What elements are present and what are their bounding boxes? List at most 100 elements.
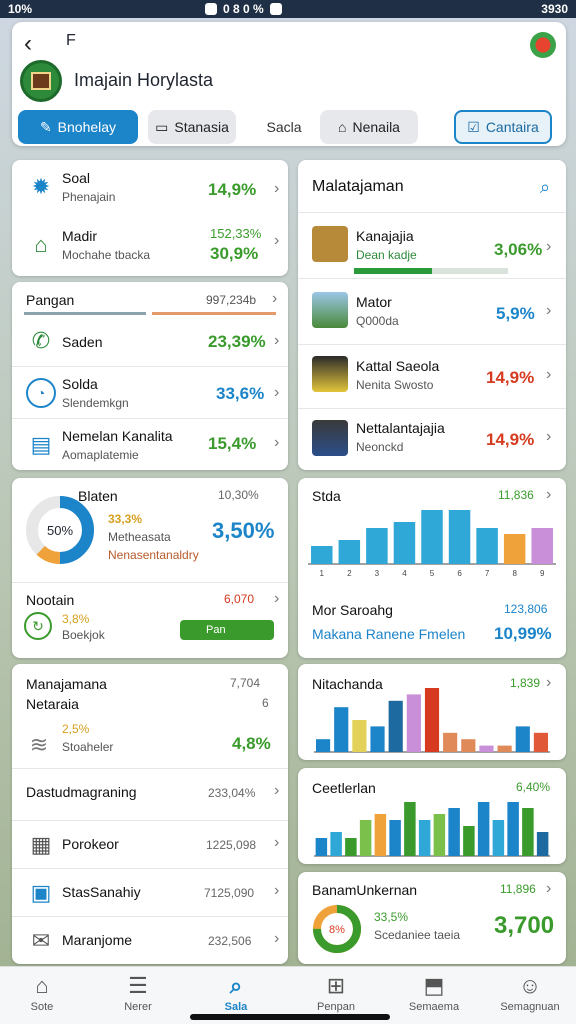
progress-track (432, 268, 508, 274)
chart-icon: ▣ (30, 880, 52, 905)
bar (338, 540, 361, 564)
divider (24, 312, 146, 315)
bar-chart (314, 688, 550, 753)
left-card-4: Manajamana Netaraia 2,5% ≋ Stoaheler 7,7… (12, 664, 288, 964)
bar (533, 732, 549, 752)
list-item[interactable]: ✹ Soal Phenajain 14,9% › (12, 160, 288, 218)
home-icon: ⌂ (35, 973, 49, 998)
pencil-icon: ✎ (39, 118, 52, 135)
thumbnail-image (312, 420, 348, 456)
refresh-icon: ↻ (24, 612, 52, 640)
arrow-left-icon[interactable]: ‹ (24, 30, 32, 58)
bar (421, 510, 443, 564)
bar (497, 745, 512, 752)
chevron-right-icon: › (274, 590, 280, 607)
list-item[interactable]: Dastudmagraning 233,04% › (12, 770, 288, 820)
bar (492, 820, 505, 856)
nav-list[interactable]: ☰ Nerer (98, 973, 178, 1013)
record-icon[interactable] (530, 32, 556, 58)
bar (522, 808, 534, 856)
chevron-right-icon: › (546, 302, 552, 319)
bar (374, 814, 387, 856)
action-button[interactable]: Pan (180, 620, 274, 640)
notification-icon (205, 3, 217, 15)
chevron-right-icon: › (546, 238, 552, 255)
app-icon (269, 3, 282, 15)
right-card-chart-3: Ceetlerlan 6,40% (298, 768, 566, 864)
list-item[interactable]: Kattal Saeola Nenita Swosto 14,9% › (298, 346, 566, 408)
bar (366, 528, 388, 564)
tab-sacla[interactable]: Sacla (244, 110, 324, 144)
bar (503, 534, 526, 564)
bar (463, 826, 475, 856)
tick-label: 3 (375, 569, 380, 578)
search-icon[interactable]: ⌕ (530, 172, 560, 202)
thumbnail-image (312, 292, 348, 328)
list-item[interactable]: ▣ StasSanahiy 7125,090 › (12, 870, 288, 916)
bar (476, 528, 498, 564)
tick-label: 9 (540, 569, 545, 578)
list-item[interactable]: ▦ Porokeor 1225,098 › (12, 822, 288, 868)
list-item[interactable]: ▤ Nemelan Kanalita Aomaplatemie 15,4% › (12, 420, 288, 470)
tab-stanasia[interactable]: ▭ Stanasia (148, 110, 236, 144)
tab-nenaila[interactable]: ⌂ Nenaila (320, 110, 418, 144)
nav-bag[interactable]: ⬒ Semaema (394, 973, 474, 1013)
chevron-right-icon: › (272, 290, 278, 307)
search-icon: ⌕ (229, 973, 243, 998)
bar (531, 528, 553, 564)
nav-grid[interactable]: ⊞ Penpan (296, 973, 376, 1013)
bar (406, 694, 421, 752)
nav-search[interactable]: ⌕ Sala (196, 973, 276, 1013)
bar (345, 838, 357, 856)
app-title: Imajain Horylasta (74, 70, 214, 90)
tick-label: 1 (320, 569, 325, 578)
list-item[interactable]: ✉ Maranjome 232,506 › (12, 918, 288, 964)
tab-cantaira[interactable]: ☑ Cantaira (454, 110, 552, 144)
status-clock: 3930 (541, 2, 568, 16)
bar (311, 546, 333, 564)
list-item[interactable]: ✆ Saden 23,39% › (12, 318, 288, 366)
chevron-right-icon: › (274, 180, 280, 197)
bar (424, 688, 440, 752)
section-title: Pangan (26, 292, 75, 308)
chevron-right-icon: › (546, 366, 552, 383)
list-item[interactable]: ⌂ Madir Mochahe tbacka 152,33% 30,9% › (12, 220, 288, 276)
tab-bnohelay[interactable]: ✎ Bnohelay (18, 110, 138, 144)
list-item[interactable]: Nettalantajajia Neonckd 14,9% › (298, 410, 566, 470)
user-icon: ☺ (518, 973, 542, 998)
grid-icon: ⊞ (326, 973, 346, 998)
left-card-3: 50% Blaten 33,3% Metheasata Nenasentanal… (12, 478, 288, 658)
list-item[interactable]: Mator Q000da 5,9% › (298, 280, 566, 344)
donut-center-label: 50% (47, 523, 73, 538)
bar-chart (314, 802, 550, 857)
list-item[interactable]: Kanajajia Dean kadje 3,06% › (298, 214, 566, 278)
donut-chart: 8% (313, 905, 361, 953)
chevron-right-icon: › (546, 486, 552, 503)
app-logo (20, 60, 62, 102)
bar (393, 522, 416, 564)
mail-icon: ✉ (31, 928, 51, 953)
tick-label: 6 (457, 569, 462, 578)
bar (388, 700, 403, 752)
list-item[interactable]: ◔ Solda Slendemkgn 33,6% › (12, 368, 288, 418)
right-card-chart-1: Stda 11,836 › 123456789 Mor Saroahg 123,… (298, 478, 566, 658)
thumbnail-image (312, 356, 348, 392)
chevron-right-icon: › (274, 930, 280, 947)
bar (479, 745, 494, 752)
nav-profile[interactable]: ☺ Semagnuan (490, 973, 570, 1013)
right-card-donut: BanamUnkernan 11,896 › 8% 33,5% Scedanie… (298, 872, 566, 964)
tab-bar: ✎ Bnohelay ▭ Stanasia Sacla ⌂ Nenaila ☑ Cant… (18, 110, 558, 146)
chevron-right-icon: › (274, 834, 280, 851)
bar (515, 726, 530, 752)
building-icon: ⌂ (34, 232, 48, 257)
chevron-right-icon: › (274, 332, 280, 349)
nav-home[interactable]: ⌂ Sote (2, 973, 82, 1013)
right-card-1: Malatajaman ⌕ Kanajajia Dean kadje 3,06%… (298, 160, 566, 470)
header-card: ‹ F Imajain Horylasta ✎ Bnohelay ▭ Stanasi… (12, 22, 566, 146)
bar (443, 732, 458, 752)
bar (352, 720, 367, 752)
tick-label: 5 (430, 569, 435, 578)
bar (477, 802, 490, 856)
bar (536, 832, 549, 856)
tick-label: 2 (347, 569, 352, 578)
